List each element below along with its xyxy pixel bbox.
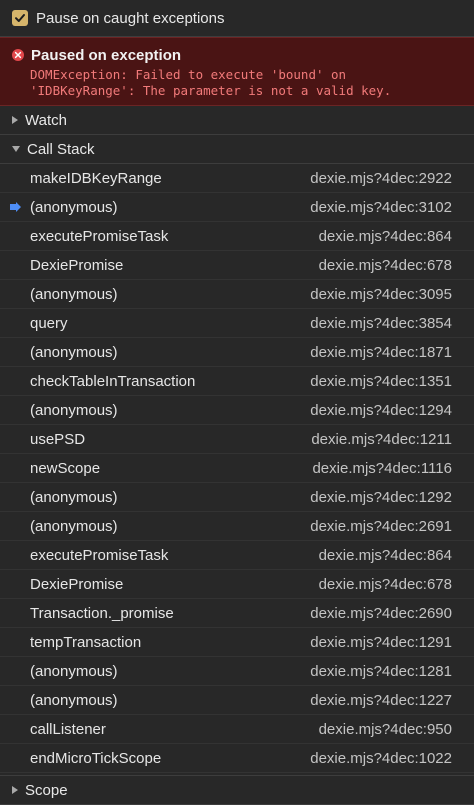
- call-stack-frame[interactable]: tempTransaction dexie.mjs?4dec:1291: [0, 628, 474, 657]
- call-stack-frame[interactable]: endMicroTickScope dexie.mjs?4dec:1022: [0, 744, 474, 773]
- triangle-down-icon: [12, 146, 20, 152]
- call-stack-section-header[interactable]: Call Stack: [0, 135, 474, 164]
- pause-on-caught-checkbox[interactable]: [12, 10, 28, 26]
- frame-location[interactable]: dexie.mjs?4dec:1291: [310, 634, 452, 651]
- call-stack-frame[interactable]: (anonymous) dexie.mjs?4dec:1281: [0, 657, 474, 686]
- frame-function-name: DexiePromise: [30, 575, 124, 593]
- frame-location[interactable]: dexie.mjs?4dec:864: [319, 228, 452, 245]
- pause-on-caught-label: Pause on caught exceptions: [36, 9, 225, 27]
- frame-function-name: Transaction._promise: [30, 604, 174, 622]
- frame-location[interactable]: dexie.mjs?4dec:3854: [310, 315, 452, 332]
- frame-function-name: tempTransaction: [30, 633, 142, 651]
- frame-function-name: checkTableInTransaction: [30, 372, 196, 390]
- call-stack-frame[interactable]: (anonymous) dexie.mjs?4dec:3095: [0, 280, 474, 309]
- frame-location[interactable]: dexie.mjs?4dec:950: [319, 721, 452, 738]
- call-stack-frame[interactable]: query dexie.mjs?4dec:3854: [0, 309, 474, 338]
- frame-function-name: callListener: [30, 720, 106, 738]
- call-stack-frame[interactable]: (anonymous) dexie.mjs?4dec:3102: [0, 193, 474, 222]
- frame-location[interactable]: dexie.mjs?4dec:2690: [310, 605, 452, 622]
- call-stack-frame[interactable]: executePromiseTask dexie.mjs?4dec:864: [0, 541, 474, 570]
- frame-function-name: (anonymous): [30, 343, 118, 361]
- frame-location[interactable]: dexie.mjs?4dec:678: [319, 257, 452, 274]
- frame-function-name: executePromiseTask: [30, 546, 169, 564]
- call-stack-frame[interactable]: DexiePromise dexie.mjs?4dec:678: [0, 251, 474, 280]
- call-stack-frame[interactable]: Transaction._promise dexie.mjs?4dec:2690: [0, 599, 474, 628]
- frame-function-name: DexiePromise: [30, 256, 124, 274]
- frame-function-name: (anonymous): [30, 662, 118, 680]
- call-stack-frame[interactable]: DexiePromise dexie.mjs?4dec:678: [0, 570, 474, 599]
- frame-location[interactable]: dexie.mjs?4dec:3095: [310, 286, 452, 303]
- call-stack-frame[interactable]: usePSD dexie.mjs?4dec:1211: [0, 425, 474, 454]
- frame-location[interactable]: dexie.mjs?4dec:864: [319, 547, 452, 564]
- checkmark-icon: [15, 14, 25, 22]
- debugger-sidebar: Pause on caught exceptions Paused on exc…: [0, 0, 474, 805]
- frame-location[interactable]: dexie.mjs?4dec:1281: [310, 663, 452, 680]
- frame-function-name: query: [30, 314, 68, 332]
- frame-location[interactable]: dexie.mjs?4dec:1294: [310, 402, 452, 419]
- frame-function-name: (anonymous): [30, 488, 118, 506]
- call-stack-label: Call Stack: [27, 140, 95, 158]
- frame-function-name: (anonymous): [30, 691, 118, 709]
- frame-location[interactable]: dexie.mjs?4dec:1022: [310, 750, 452, 767]
- pause-on-caught-exceptions-row[interactable]: Pause on caught exceptions: [0, 0, 474, 37]
- scope-label: Scope: [25, 781, 68, 799]
- call-stack-frame[interactable]: newScope dexie.mjs?4dec:1116: [0, 454, 474, 483]
- frame-location[interactable]: dexie.mjs?4dec:1871: [310, 344, 452, 361]
- frame-function-name: (anonymous): [30, 198, 118, 216]
- call-stack-frame[interactable]: (anonymous) dexie.mjs?4dec:1227: [0, 686, 474, 715]
- exception-banner: Paused on exception DOMException: Failed…: [0, 37, 474, 106]
- frame-location[interactable]: dexie.mjs?4dec:1211: [311, 431, 452, 448]
- call-stack-frame[interactable]: makeIDBKeyRange dexie.mjs?4dec:2922: [0, 164, 474, 193]
- frame-location[interactable]: dexie.mjs?4dec:3102: [310, 199, 452, 216]
- frame-function-name: (anonymous): [30, 401, 118, 419]
- frame-location[interactable]: dexie.mjs?4dec:2922: [310, 170, 452, 187]
- call-stack-frame[interactable]: executePromiseTask dexie.mjs?4dec:864: [0, 222, 474, 251]
- triangle-right-icon: [12, 116, 18, 124]
- frame-function-name: executePromiseTask: [30, 227, 169, 245]
- frame-location[interactable]: dexie.mjs?4dec:1227: [310, 692, 452, 709]
- frame-function-name: usePSD: [30, 430, 86, 448]
- call-stack-frame[interactable]: checkTableInTransaction dexie.mjs?4dec:13…: [0, 367, 474, 396]
- current-frame-arrow-icon: [10, 202, 21, 212]
- scope-section-header[interactable]: Scope: [0, 775, 474, 805]
- call-stack-frame[interactable]: (anonymous) dexie.mjs?4dec:1294: [0, 396, 474, 425]
- triangle-right-icon: [12, 786, 18, 794]
- frame-function-name: (anonymous): [30, 517, 118, 535]
- frame-location[interactable]: dexie.mjs?4dec:2691: [310, 518, 452, 535]
- frame-function-name: newScope: [30, 459, 101, 477]
- call-stack-frame[interactable]: (anonymous) dexie.mjs?4dec:1292: [0, 483, 474, 512]
- exception-title: Paused on exception: [31, 46, 182, 64]
- frame-location[interactable]: dexie.mjs?4dec:1116: [312, 460, 452, 477]
- frame-location[interactable]: dexie.mjs?4dec:678: [319, 576, 452, 593]
- frame-location[interactable]: dexie.mjs?4dec:1351: [310, 373, 452, 390]
- watch-label: Watch: [25, 111, 67, 129]
- frame-function-name: endMicroTickScope: [30, 749, 162, 767]
- watch-section-header[interactable]: Watch: [0, 106, 474, 135]
- call-stack-frame[interactable]: (anonymous) dexie.mjs?4dec:2691: [0, 512, 474, 541]
- frame-location[interactable]: dexie.mjs?4dec:1292: [310, 489, 452, 506]
- call-stack-frame[interactable]: (anonymous) dexie.mjs?4dec:1871: [0, 338, 474, 367]
- call-stack-list: makeIDBKeyRange dexie.mjs?4dec:2922 (anony…: [0, 164, 474, 802]
- call-stack-frame[interactable]: callListener dexie.mjs?4dec:950: [0, 715, 474, 744]
- frame-function-name: makeIDBKeyRange: [30, 169, 162, 187]
- error-x-icon: [12, 49, 24, 61]
- frame-function-name: (anonymous): [30, 285, 118, 303]
- exception-title-row: Paused on exception: [12, 45, 464, 65]
- exception-message: DOMException: Failed to execute 'bound' …: [30, 67, 392, 98]
